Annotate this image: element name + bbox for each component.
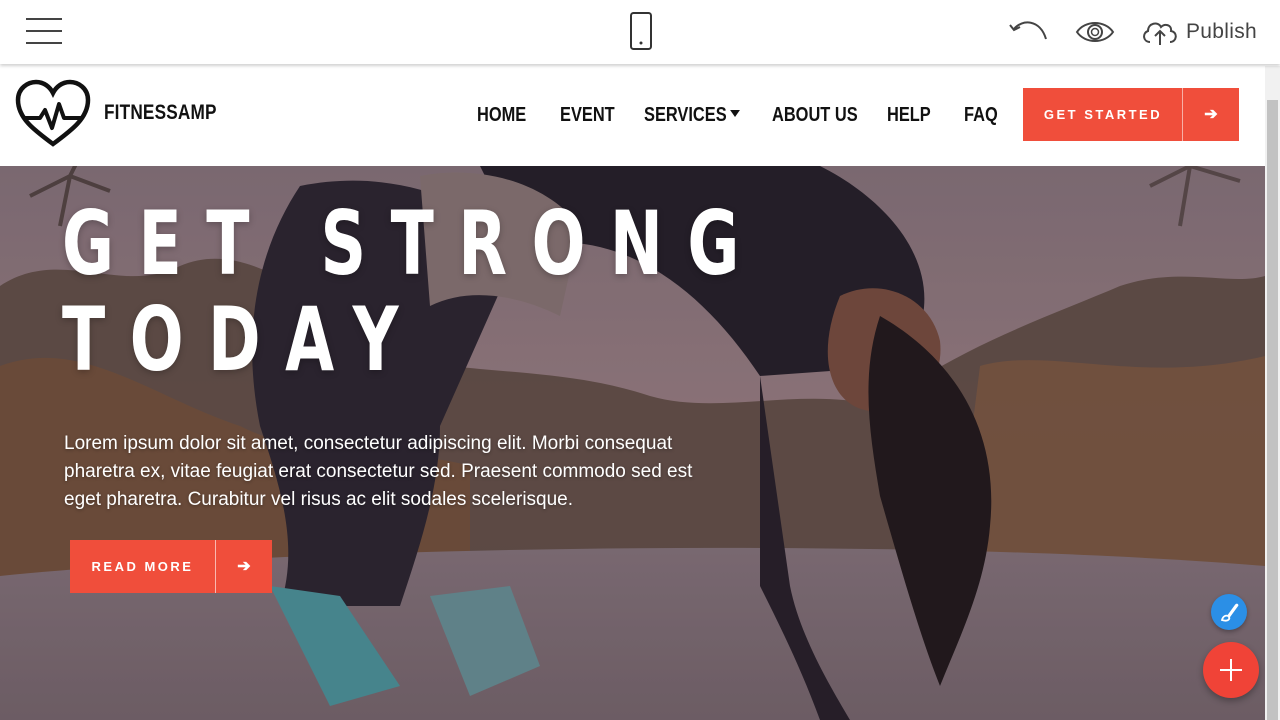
scrollbar-thumb[interactable] <box>1267 100 1278 720</box>
hero-title: GET STRONG TODAY <box>62 196 764 388</box>
arrow-right-icon: ➔ <box>1204 106 1218 123</box>
preview-scrollbar[interactable] <box>1265 66 1280 720</box>
nav-services-label: SERVICES <box>644 104 727 126</box>
paintbrush-icon <box>1220 603 1239 622</box>
nav-faq[interactable]: FAQ <box>964 104 998 127</box>
eye-icon[interactable] <box>1075 17 1115 47</box>
get-started-button[interactable]: GET STARTED ➔ <box>1023 88 1239 141</box>
site-preview: FITNESSAMP HOME EVENT SERVICES ABOUT US … <box>0 66 1265 720</box>
caret-down-icon <box>729 110 740 118</box>
nav-help[interactable]: HELP <box>887 104 931 127</box>
heartbeat-logo-icon[interactable] <box>14 78 92 150</box>
editor-toolbar: Publish <box>0 0 1280 64</box>
nav-home[interactable]: HOME <box>477 104 526 127</box>
nav-services[interactable]: SERVICES <box>644 104 740 127</box>
cloud-upload-icon <box>1143 22 1177 45</box>
brand-name[interactable]: FITNESSAMP <box>104 101 217 125</box>
site-navbar: FITNESSAMP HOME EVENT SERVICES ABOUT US … <box>0 66 1265 166</box>
add-block-button[interactable] <box>1203 642 1259 698</box>
nav-about-us[interactable]: ABOUT US <box>772 104 858 127</box>
read-more-button[interactable]: READ MORE ➔ <box>70 540 272 593</box>
hero-title-line-2: TODAY <box>62 288 423 391</box>
get-started-label: GET STARTED <box>1043 107 1163 122</box>
hamburger-icon[interactable] <box>26 18 62 44</box>
style-brush-button[interactable] <box>1211 594 1247 630</box>
mobile-device-icon[interactable] <box>629 12 653 50</box>
hero-title-line-1: GET STRONG <box>62 192 764 295</box>
publish-label: Publish <box>1186 20 1257 43</box>
hero-description: Lorem ipsum dolor sit amet, consectetur … <box>64 433 693 510</box>
hero-section: GET STRONG TODAY Lorem ipsum dolor sit a… <box>0 166 1265 720</box>
publish-button[interactable]: Publish <box>1140 14 1257 50</box>
nav-event[interactable]: EVENT <box>560 104 615 127</box>
arrow-right-icon: ➔ <box>237 558 251 575</box>
undo-icon[interactable] <box>1008 17 1050 45</box>
read-more-label: READ MORE <box>91 559 194 574</box>
